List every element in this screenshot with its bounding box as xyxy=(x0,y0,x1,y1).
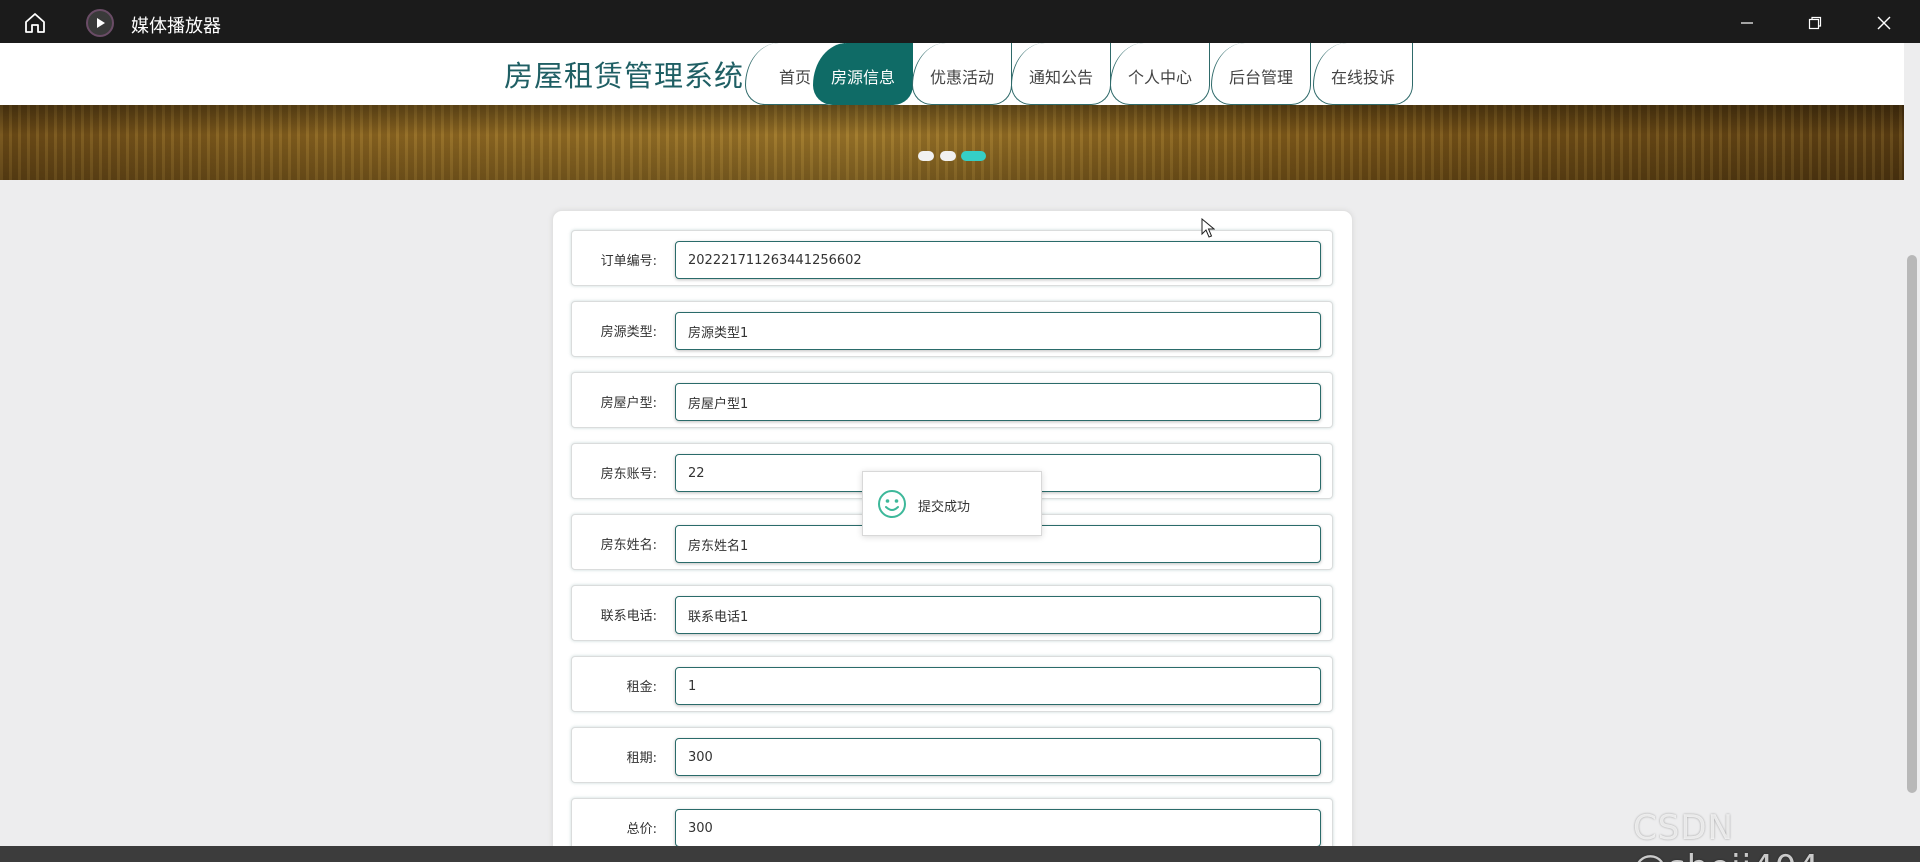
close-button[interactable] xyxy=(1862,6,1906,40)
carousel-dot-1[interactable] xyxy=(918,151,934,161)
site-header: 房屋租赁管理系统 首页 房源信息 优惠活动 通知公告 个人中心 后台管理 在线投… xyxy=(0,43,1904,105)
total-price-input[interactable] xyxy=(675,809,1321,847)
minimize-button[interactable] xyxy=(1725,6,1769,40)
form-row-lease-term: 租期: xyxy=(571,727,1333,783)
phone-label: 联系电话: xyxy=(600,608,657,624)
minimize-icon xyxy=(1741,22,1753,24)
scrollbar-thumb[interactable] xyxy=(1907,255,1917,793)
nav-tab-complaints[interactable]: 在线投诉 xyxy=(1313,43,1413,105)
form-row-rent: 租金: xyxy=(571,656,1333,712)
form-row-phone: 联系电话: xyxy=(571,585,1333,641)
restore-icon xyxy=(1808,16,1822,30)
lease-term-input[interactable] xyxy=(675,738,1321,776)
smile-icon xyxy=(877,489,907,519)
order-number-label: 订单编号: xyxy=(600,253,657,269)
home-icon[interactable] xyxy=(18,8,52,38)
listing-type-input[interactable] xyxy=(675,312,1321,350)
form-row-order-number: 订单编号: xyxy=(571,230,1333,286)
listing-type-label: 房源类型: xyxy=(600,324,657,340)
media-player-app-icon xyxy=(86,9,114,37)
nav-tab-admin[interactable]: 后台管理 xyxy=(1211,43,1311,105)
order-number-input[interactable] xyxy=(675,241,1321,279)
nav-tab-promotions[interactable]: 优惠活动 xyxy=(912,43,1012,105)
house-layout-input[interactable] xyxy=(675,383,1321,421)
close-icon xyxy=(1877,16,1891,30)
form-row-listing-type: 房源类型: xyxy=(571,301,1333,357)
watermark: CSDN @sheji404 xyxy=(1633,808,1819,862)
site-title: 房屋租赁管理系统 xyxy=(504,59,745,93)
rent-input[interactable] xyxy=(675,667,1321,705)
window-title: 媒体播放器 xyxy=(131,16,221,37)
carousel-dot-2[interactable] xyxy=(940,151,956,161)
carousel-dot-3-active[interactable] xyxy=(961,151,986,161)
house-layout-label: 房屋户型: xyxy=(600,395,657,411)
mouse-cursor-icon xyxy=(1201,217,1216,238)
banner-carousel xyxy=(0,105,1904,180)
landlord-account-label: 房东账号: xyxy=(600,466,657,482)
success-toast: 提交成功 xyxy=(862,471,1042,536)
rent-label: 租金: xyxy=(626,679,657,695)
restore-button[interactable] xyxy=(1793,6,1837,40)
nav-tab-announcements[interactable]: 通知公告 xyxy=(1011,43,1111,105)
media-player-titlebar: 媒体播放器 xyxy=(0,0,1920,43)
landlord-name-label: 房东姓名: xyxy=(600,537,657,553)
form-row-house-layout: 房屋户型: xyxy=(571,372,1333,428)
toast-message: 提交成功 xyxy=(918,500,971,515)
bottom-bar xyxy=(0,846,1920,862)
nav-tab-personal-center[interactable]: 个人中心 xyxy=(1110,43,1210,105)
phone-input[interactable] xyxy=(675,596,1321,634)
nav-tab-listings[interactable]: 房源信息 xyxy=(813,43,913,105)
lease-term-label: 租期: xyxy=(626,750,657,766)
